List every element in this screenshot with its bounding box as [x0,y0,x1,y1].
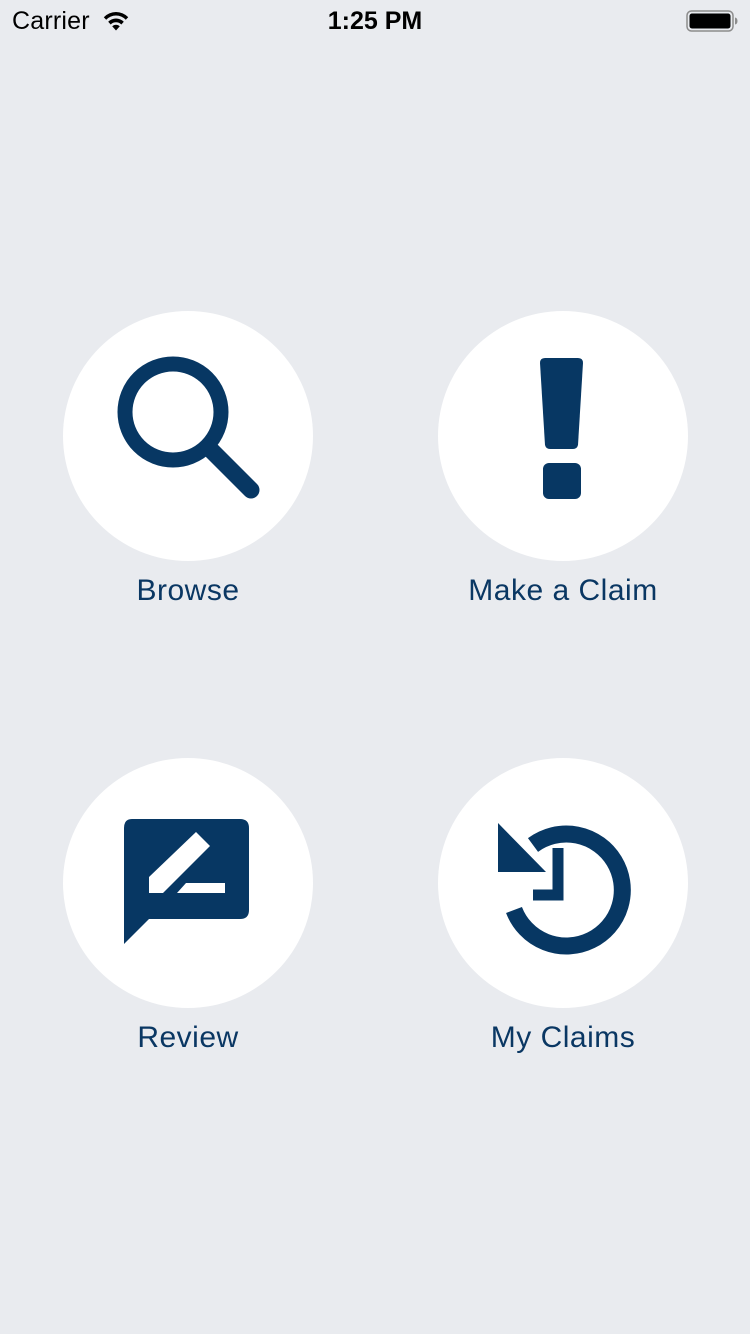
battery-icon [686,10,738,32]
my-claims-button[interactable]: My Claims [413,758,713,1078]
review-button[interactable]: Review [38,758,338,1078]
make-claim-button[interactable]: Make a Claim [413,311,713,631]
make-claim-icon-circle[interactable] [438,311,688,561]
search-icon [117,356,260,499]
make-claim-label: Make a Claim [468,574,658,607]
review-icon-circle[interactable] [63,758,313,1008]
browse-label: Browse [136,574,240,607]
browse-icon-circle[interactable] [63,311,313,561]
my-claims-icon-circle[interactable] [438,758,688,1008]
clock: 1:25 PM [327,7,423,35]
browse-button[interactable]: Browse [38,311,338,631]
review-icon [124,819,249,944]
exclamation-icon [540,358,583,499]
review-label: Review [137,1021,239,1054]
my-claims-label: My Claims [490,1021,636,1054]
history-icon [498,823,631,955]
status-bar: Carrier 1:25 PM [0,0,750,40]
